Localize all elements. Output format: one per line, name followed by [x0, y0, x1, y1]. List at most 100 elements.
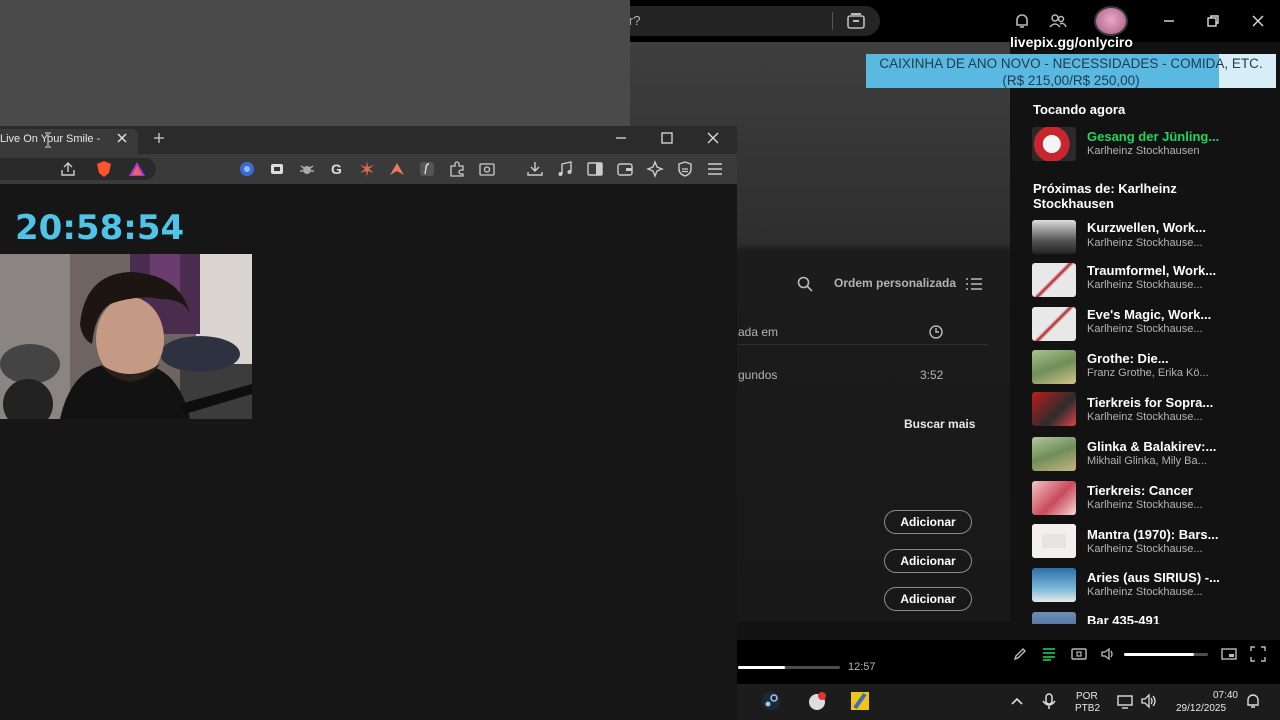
queue-icon[interactable]: [1041, 646, 1057, 662]
donation-goal-title: CAIXINHA DE ANO NOVO - NECESSIDADES - CO…: [879, 56, 1263, 71]
queue-item-title[interactable]: Aries (aus SIRIUS) -...: [1087, 570, 1220, 585]
extensions-puzzle-icon[interactable]: [448, 160, 466, 178]
extension-script-icon[interactable]: [418, 160, 436, 178]
queue-item-cover[interactable]: [1032, 263, 1076, 297]
bell-icon[interactable]: [1013, 12, 1031, 30]
queue-item-title[interactable]: Tierkreis for Sopra...: [1087, 395, 1213, 410]
total-duration: 12:57: [848, 661, 876, 673]
queue-item-artist[interactable]: Karlheinz Stockhause...: [1087, 586, 1203, 598]
keyboard-layout[interactable]: PTB2: [1075, 703, 1100, 714]
progress-fill[interactable]: [738, 666, 785, 669]
duration-clock-icon: [929, 325, 943, 339]
screenshot-icon[interactable]: [478, 160, 496, 178]
queue-item-artist[interactable]: Mikhail Glinka, Mily Ba...: [1087, 455, 1207, 467]
queue-item-cover[interactable]: [1032, 220, 1076, 254]
browser-minimize-icon[interactable]: [614, 131, 628, 145]
next-up-heading: Próximas de: Karlheinz Stockhausen: [1033, 181, 1177, 211]
current-track-title[interactable]: Gesang der Jünling...: [1087, 129, 1219, 144]
brave-shield-icon[interactable]: [95, 160, 113, 178]
queue-item-cover[interactable]: [1032, 437, 1076, 471]
queue-item-title[interactable]: Traumformel, Work...: [1087, 263, 1216, 278]
notification-icon[interactable]: [1244, 690, 1262, 712]
app-icon[interactable]: [806, 690, 828, 712]
current-track-cover[interactable]: [1032, 127, 1076, 161]
spotify-restore-icon[interactable]: [1204, 12, 1222, 30]
new-tab-icon[interactable]: [152, 131, 166, 145]
search-more-link[interactable]: Buscar mais: [904, 417, 975, 431]
queue-item-title[interactable]: Eve's Magic, Work...: [1087, 307, 1211, 322]
pencil-icon[interactable]: [1012, 646, 1028, 662]
spotify-close-icon[interactable]: [1249, 12, 1267, 30]
google-icon[interactable]: G: [328, 160, 346, 178]
friends-icon[interactable]: [1049, 12, 1067, 30]
webcam-feed: [0, 254, 252, 419]
queue-item-title[interactable]: Kurzwellen, Work...: [1087, 220, 1206, 235]
extension-translate-icon[interactable]: [238, 160, 256, 178]
browse-icon[interactable]: [846, 12, 866, 30]
extension-bug-icon[interactable]: [298, 160, 316, 178]
queue-item-artist[interactable]: Karlheinz Stockhause...: [1087, 499, 1203, 511]
queue-item-cover[interactable]: [1032, 524, 1076, 558]
connect-device-icon[interactable]: [1071, 646, 1087, 662]
speaker-icon[interactable]: [1140, 690, 1158, 712]
extension-tv-icon[interactable]: [268, 160, 286, 178]
vpn-shield-icon[interactable]: [676, 160, 694, 178]
sidebar-icon[interactable]: [586, 160, 604, 178]
queue-item-title[interactable]: Glinka & Balakirev:...: [1087, 439, 1216, 454]
queue-item-title[interactable]: Mantra (1970): Bars...: [1087, 527, 1219, 542]
queue-item-artist[interactable]: Karlheinz Stockhause...: [1087, 543, 1203, 555]
browser-maximize-icon[interactable]: [660, 131, 674, 145]
user-avatar[interactable]: [1094, 6, 1128, 36]
queue-item-title[interactable]: Bar 435-491: [1087, 613, 1160, 624]
sort-order-label[interactable]: Ordem personalizada: [834, 276, 956, 290]
microphone-icon[interactable]: [1040, 690, 1058, 712]
search-divider: [832, 12, 833, 30]
share-icon[interactable]: [59, 160, 77, 178]
queue-item-artist[interactable]: Franz Grothe, Erika Kö...: [1087, 367, 1209, 379]
queue-item-cover[interactable]: [1032, 568, 1076, 602]
clock-time[interactable]: 07:40: [1206, 690, 1238, 701]
volume-icon[interactable]: [1100, 646, 1116, 662]
chevron-up-icon[interactable]: [1008, 690, 1026, 712]
queue-item-cover[interactable]: [1032, 481, 1076, 515]
extension-arrow-icon[interactable]: [388, 160, 406, 178]
browser-close-icon[interactable]: [706, 131, 720, 145]
queue-item-cover[interactable]: [1032, 612, 1076, 624]
playlist-search-icon[interactable]: [796, 275, 814, 293]
add-button[interactable]: Adicionar: [884, 587, 972, 611]
steam-icon[interactable]: [760, 690, 782, 712]
column-added-header[interactable]: ada em: [738, 325, 778, 339]
queue-item-artist[interactable]: Karlheinz Stockhause...: [1087, 323, 1203, 335]
stream-clock: 20:58:54: [15, 208, 185, 248]
add-button[interactable]: Adicionar: [884, 549, 972, 573]
wallet-icon[interactable]: [616, 160, 634, 178]
pinned-app-icon[interactable]: [849, 690, 871, 712]
queue-item-cover[interactable]: [1032, 392, 1076, 426]
add-button[interactable]: Adicionar: [884, 510, 972, 534]
media-music-icon[interactable]: [556, 160, 574, 178]
clock-date[interactable]: 29/12/2025: [1176, 703, 1226, 714]
tab-close-icon[interactable]: [116, 132, 128, 144]
spotify-minimize-icon[interactable]: [1160, 12, 1178, 30]
extension-burst-icon[interactable]: [358, 160, 376, 178]
current-track-artist[interactable]: Karlheinz Stockhausen: [1087, 145, 1200, 157]
rewards-triangle-icon[interactable]: [128, 160, 146, 178]
background-window: [0, 0, 630, 126]
queue-item-title[interactable]: Grothe: Die...: [1087, 351, 1169, 366]
leo-ai-icon[interactable]: [646, 160, 664, 178]
network-icon[interactable]: [1116, 690, 1134, 712]
list-icon[interactable]: [966, 277, 982, 291]
queue-item-title[interactable]: Tierkreis: Cancer: [1087, 483, 1193, 498]
fullscreen-icon[interactable]: [1250, 646, 1266, 662]
text-cursor-icon: [45, 132, 51, 148]
download-icon[interactable]: [526, 160, 544, 178]
queue-item-cover[interactable]: [1032, 307, 1076, 341]
mini-player-icon[interactable]: [1221, 646, 1237, 662]
queue-item-artist[interactable]: Karlheinz Stockhause...: [1087, 237, 1203, 249]
queue-item-artist[interactable]: Karlheinz Stockhause...: [1087, 279, 1203, 291]
queue-item-artist[interactable]: Karlheinz Stockhause...: [1087, 411, 1203, 423]
input-language[interactable]: POR: [1076, 691, 1098, 702]
volume-fill[interactable]: [1124, 653, 1194, 656]
queue-item-cover[interactable]: [1032, 350, 1076, 384]
menu-icon[interactable]: [706, 160, 724, 178]
